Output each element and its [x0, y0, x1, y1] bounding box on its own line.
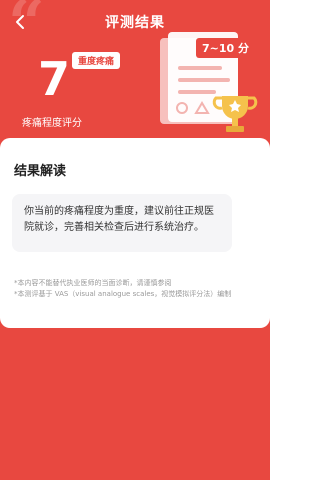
severity-badge: 重度疼痛: [72, 52, 121, 69]
disclaimer-line: *本内容不能替代执业医师的当面诊断，请谨慎参阅: [14, 279, 172, 287]
disclaimer-notes: *本内容不能替代执业医师的当面诊断，请谨慎参阅 *本测评基于 VAS（visua…: [14, 278, 254, 300]
score-label: 疼痛程度评分: [22, 118, 82, 129]
score-value: 7: [37, 52, 70, 106]
result-card-panel: 结果解读 你当前的疼痛程度为重度，建议前往正规医院就诊，完善相关检查后进行系统治…: [0, 138, 270, 328]
disclaimer-line: *本测评基于 VAS（visual analogue scales，视觉模拟评分…: [14, 290, 232, 298]
result-card: 结果解读 你当前的疼痛程度为重度，建议前往正规医院就诊，完善相关检查后进行系统治…: [0, 138, 270, 480]
result-page: “ 评测结果 7 重度疼痛 疼痛程度评分 7~10 分 结果解读 你当前的疼痛程…: [0, 0, 270, 480]
section-title: 结果解读: [14, 164, 67, 179]
result-interpretation: 你当前的疼痛程度为重度，建议前往正规医院就诊，完善相关检查后进行系统治疗。: [12, 194, 232, 252]
score-range-badge: 7~10 分: [196, 38, 256, 58]
